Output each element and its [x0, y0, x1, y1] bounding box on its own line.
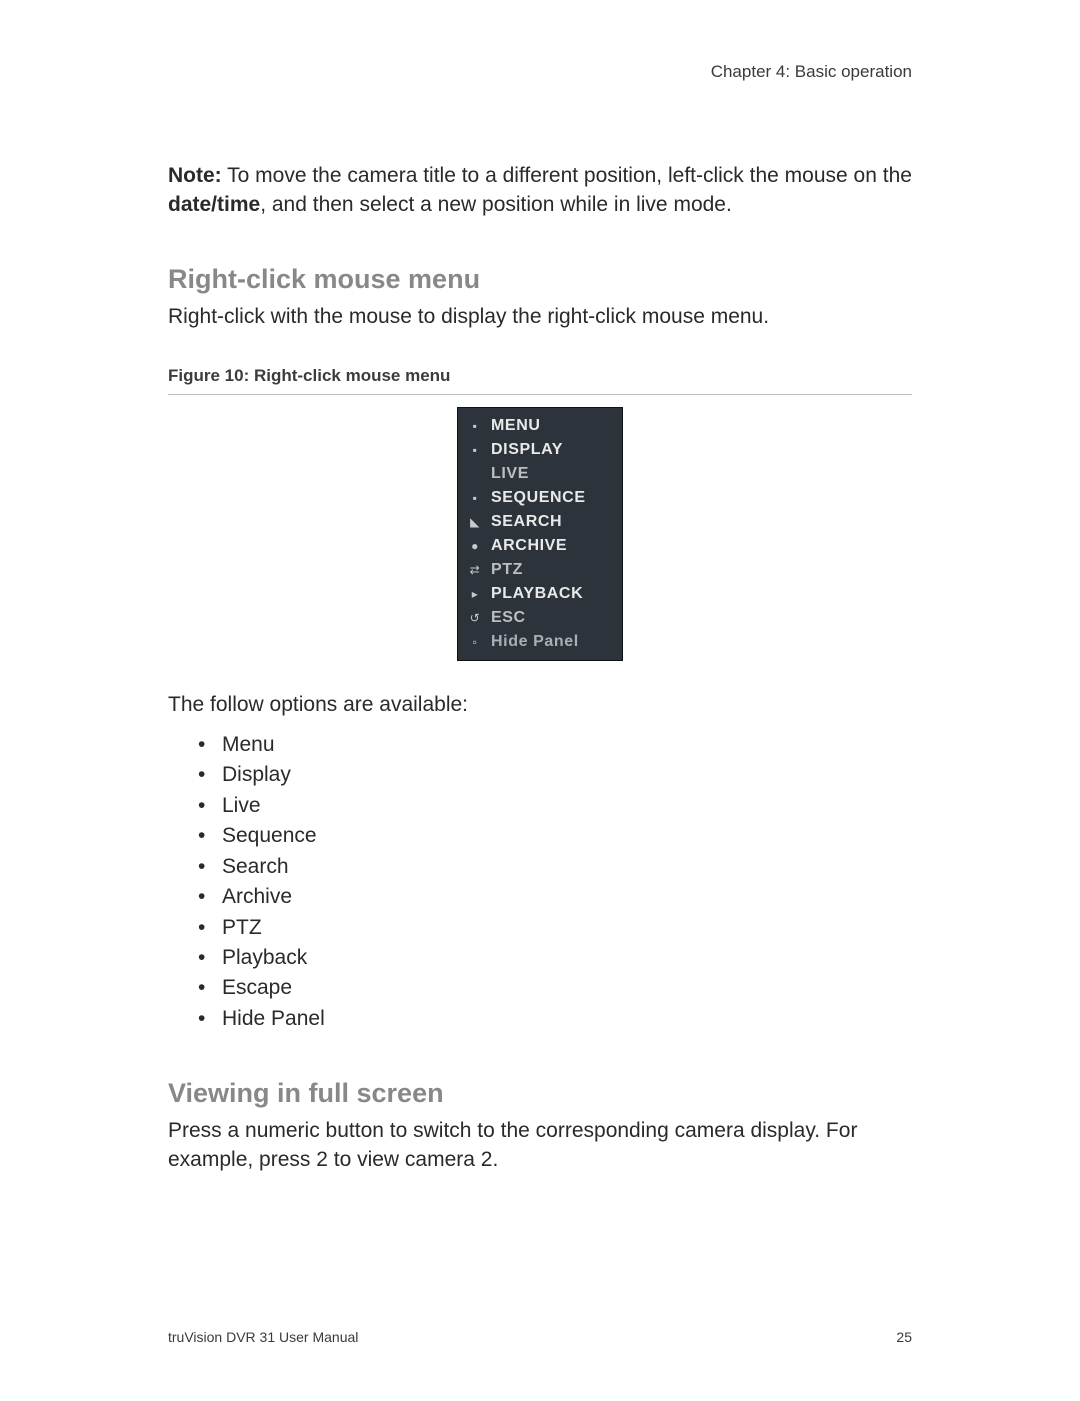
menu-item-playback: ▸ PLAYBACK	[458, 582, 622, 606]
menu-item-display: ▪ DISPLAY	[458, 438, 622, 462]
hidepanel-icon: ▫	[468, 635, 482, 649]
page: Chapter 4: Basic operation Note: To move…	[0, 0, 1080, 1401]
list-item: Archive	[198, 882, 912, 912]
section-heading-fullscreen: Viewing in full screen	[168, 1078, 912, 1109]
menu-item-label: PTZ	[491, 561, 523, 579]
footer-manual: truVision DVR 31 User Manual	[168, 1329, 358, 1345]
ptz-icon: ⇄	[468, 563, 482, 577]
list-item: PTZ	[198, 913, 912, 943]
search-icon: ◣	[468, 515, 482, 529]
list-item: Hide Panel	[198, 1004, 912, 1034]
figure-wrap: ▪ MENU ▪ DISPLAY LIVE ▪ SEQUENCE ◣ SEARC…	[168, 407, 912, 661]
menu-item-live: LIVE	[458, 462, 622, 486]
menu-item-ptz: ⇄ PTZ	[458, 558, 622, 582]
menu-icon: ▪	[468, 419, 482, 433]
list-item: Live	[198, 791, 912, 821]
menu-item-label: MENU	[491, 417, 541, 435]
list-item: Search	[198, 852, 912, 882]
menu-item-label: ESC	[491, 609, 526, 627]
menu-item-label: Hide Panel	[491, 633, 579, 651]
section-rightclick-intro: Right-click with the mouse to display th…	[168, 303, 912, 332]
section-fullscreen-text: Press a numeric button to switch to the …	[168, 1117, 912, 1175]
menu-item-esc: ↺ ESC	[458, 606, 622, 630]
list-item: Escape	[198, 973, 912, 1003]
menu-item-label: DISPLAY	[491, 441, 563, 459]
sequence-icon: ▪	[468, 491, 482, 505]
esc-icon: ↺	[468, 611, 482, 625]
note-datetime: date/time	[168, 193, 260, 216]
list-item: Playback	[198, 943, 912, 973]
footer-page-number: 25	[896, 1329, 912, 1345]
note-prefix: Note:	[168, 164, 222, 187]
list-item: Menu	[198, 730, 912, 760]
menu-item-archive: ● ARCHIVE	[458, 534, 622, 558]
figure-rule	[168, 394, 912, 395]
note-text-2: , and then select a new position while i…	[260, 193, 732, 216]
menu-item-label: PLAYBACK	[491, 585, 583, 603]
section-heading-rightclick: Right-click mouse menu	[168, 264, 912, 295]
menu-item-label: ARCHIVE	[491, 537, 567, 555]
menu-item-label: SEQUENCE	[491, 489, 586, 507]
archive-icon: ●	[468, 539, 482, 553]
note-text-1: To move the camera title to a different …	[222, 164, 912, 187]
list-item: Sequence	[198, 821, 912, 851]
page-footer: truVision DVR 31 User Manual 25	[168, 1329, 912, 1345]
menu-item-menu: ▪ MENU	[458, 414, 622, 438]
options-intro: The follow options are available:	[168, 691, 912, 720]
list-item: Display	[198, 760, 912, 790]
note-paragraph: Note: To move the camera title to a diff…	[168, 162, 912, 220]
menu-item-search: ◣ SEARCH	[458, 510, 622, 534]
header-chapter: Chapter 4: Basic operation	[168, 62, 912, 82]
playback-icon: ▸	[468, 587, 482, 601]
display-icon: ▪	[468, 443, 482, 457]
figure-caption: Figure 10: Right-click mouse menu	[168, 366, 912, 386]
options-list: Menu Display Live Sequence Search Archiv…	[168, 730, 912, 1034]
context-menu: ▪ MENU ▪ DISPLAY LIVE ▪ SEQUENCE ◣ SEARC…	[457, 407, 623, 661]
menu-item-label: SEARCH	[491, 513, 562, 531]
menu-item-label: LIVE	[491, 465, 529, 483]
menu-item-sequence: ▪ SEQUENCE	[458, 486, 622, 510]
menu-item-hidepanel: ▫ Hide Panel	[458, 630, 622, 654]
